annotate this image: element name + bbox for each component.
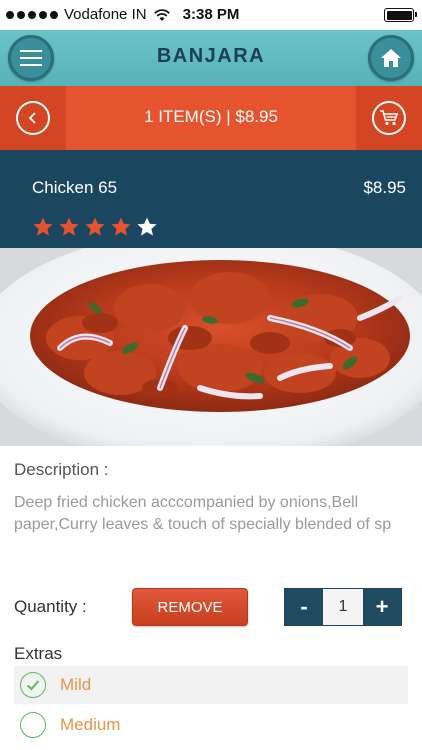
status-bar: Vodafone IN 3:38 PM <box>0 0 422 30</box>
star-filled-icon <box>59 217 79 236</box>
battery-icon <box>384 8 417 22</box>
status-time: 3:38 PM <box>182 6 240 23</box>
chevron-left-icon <box>28 112 36 124</box>
app-header: BANJARA <box>0 30 422 86</box>
extra-option-medium[interactable]: Medium <box>14 706 408 744</box>
back-button[interactable] <box>0 86 66 150</box>
quantity-label: Quantity : <box>14 597 87 616</box>
cart-summary: 1 ITEM(S) | $8.95 <box>144 107 278 126</box>
checkbox-unchecked-icon[interactable] <box>20 712 46 738</box>
checkmark-icon <box>26 680 40 691</box>
item-price: $8.95 <box>363 178 406 197</box>
item-info-panel: Chicken 65 $8.95 <box>0 150 422 248</box>
increment-button[interactable]: + <box>363 589 401 625</box>
extra-option-label: Mild <box>60 675 92 694</box>
star-filled-icon <box>33 217 53 236</box>
app-title: BANJARA <box>156 45 266 67</box>
description-text: Deep fried chicken acccompanied by onion… <box>14 494 392 533</box>
decrement-button[interactable]: - <box>285 589 323 625</box>
checkbox-checked-icon[interactable] <box>20 672 46 698</box>
cart-bar: 1 ITEM(S) | $8.95 <box>0 86 422 150</box>
quantity-stepper: - 1 + <box>284 588 402 626</box>
star-filled-icon <box>111 217 131 236</box>
extra-option-label: Medium <box>60 715 121 734</box>
star-filled-icon <box>85 217 105 236</box>
shopping-cart-icon <box>380 110 399 126</box>
home-button[interactable] <box>368 35 414 81</box>
home-icon <box>381 49 401 67</box>
extra-option-mild[interactable]: Mild <box>14 666 408 704</box>
rating-stars <box>32 216 158 238</box>
food-photo <box>0 248 422 446</box>
cart-button[interactable] <box>356 86 422 150</box>
star-empty-icon <box>137 217 157 236</box>
item-name: Chicken 65 <box>32 178 118 197</box>
description-label: Description : <box>14 460 109 479</box>
quantity-value[interactable]: 1 <box>323 589 363 625</box>
extras-label: Extras <box>14 644 63 663</box>
remove-button[interactable]: REMOVE <box>132 588 248 626</box>
